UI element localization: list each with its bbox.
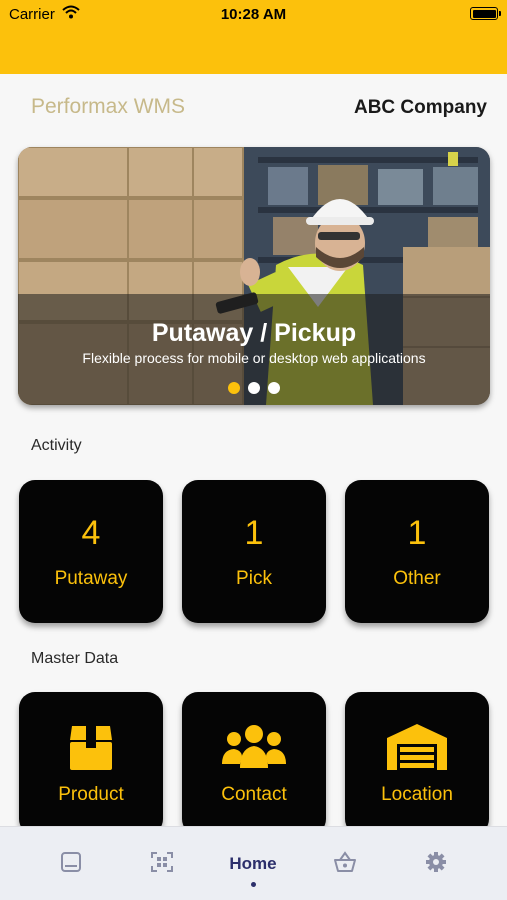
activity-section-title: Activity [31, 437, 82, 454]
carousel-indicator [18, 382, 490, 394]
product-tile[interactable]: Product [19, 692, 163, 835]
banner-subtitle: Flexible process for mobile or desktop w… [82, 350, 426, 366]
putaway-count: 4 [81, 514, 101, 552]
contact-tile[interactable]: Contact [182, 692, 326, 835]
contact-label: Contact [221, 784, 287, 805]
pick-count: 1 [244, 514, 264, 552]
app-bar [0, 28, 507, 74]
gear-icon[interactable] [416, 851, 456, 881]
banner-carousel[interactable]: Putaway / Pickup Flexible process for mo… [18, 147, 490, 405]
bottom-nav: Home [0, 826, 507, 900]
qr-scan-icon[interactable] [142, 851, 182, 881]
people-icon [182, 722, 326, 772]
pick-tile[interactable]: 1 Pick [182, 480, 326, 623]
basket-icon[interactable] [325, 851, 365, 881]
carousel-dot-1[interactable] [228, 382, 240, 394]
other-label: Other [393, 568, 441, 589]
carousel-dot-2[interactable] [248, 382, 260, 394]
product-label: Product [58, 784, 124, 805]
location-tile[interactable]: Location [345, 692, 489, 835]
nav-active-indicator [251, 882, 256, 887]
banner-title: Putaway / Pickup [151, 319, 357, 347]
status-time: 10:28 AM [220, 6, 287, 23]
other-count: 1 [407, 514, 427, 552]
battery-icon [470, 7, 501, 20]
image-icon[interactable] [51, 851, 91, 881]
warehouse-icon [345, 722, 489, 772]
location-label: Location [381, 784, 453, 805]
carousel-dot-3[interactable] [268, 382, 280, 394]
putaway-tile[interactable]: 4 Putaway [19, 480, 163, 623]
box-icon [19, 722, 163, 772]
pick-label: Pick [236, 568, 272, 589]
header: Performax WMS ABC Company [31, 92, 487, 124]
nav-home-tab[interactable]: Home [213, 854, 293, 874]
app-name: Performax WMS [31, 95, 186, 118]
master-data-section-title: Master Data [31, 650, 119, 667]
other-tile[interactable]: 1 Other [345, 480, 489, 623]
putaway-label: Putaway [54, 568, 128, 589]
company-name[interactable]: ABC Company [354, 97, 487, 119]
status-bar: Carrier 10:28 AM [0, 0, 507, 28]
